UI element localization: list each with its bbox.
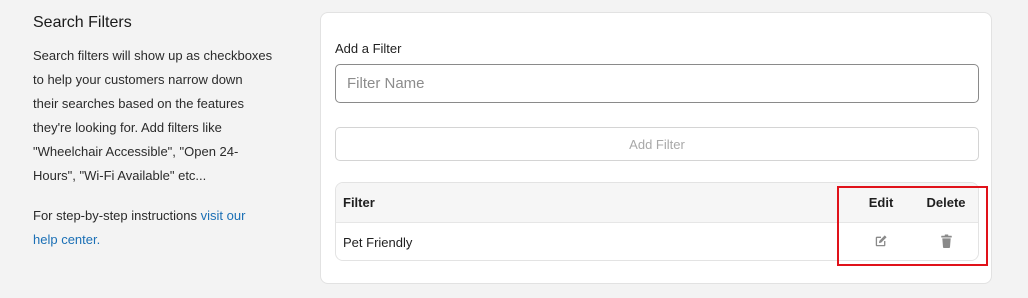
edit-icon[interactable] [874,234,888,248]
section-title: Search Filters [33,14,132,31]
add-filter-button[interactable]: Add Filter [335,127,979,161]
column-header-edit: Edit [868,195,894,210]
trash-icon[interactable] [940,233,953,248]
filter-name-input[interactable] [335,64,979,103]
edit-cell [851,234,911,251]
column-header-delete: Delete [926,195,966,210]
instructions-text: For step-by-step instructions visit our … [33,204,283,252]
filters-table: Filter Edit Delete Pet Friendly [335,182,979,261]
help-center-link[interactable]: visit our [201,208,246,223]
description-line: Hours", "Wi-Fi Available" etc... [33,168,207,183]
instructions-prefix: For step-by-step instructions [33,208,198,223]
search-filters-info: Search Filters Search filters will show … [33,12,283,252]
table-header: Filter Edit Delete [336,183,978,223]
section-description: Search filters will show up as checkboxe… [33,44,283,188]
delete-cell [916,233,976,251]
description-line: their searches based on the features [33,96,245,111]
description-line: they're looking for. Add filters like [33,120,222,135]
help-center-link-continued[interactable]: help center. [33,232,100,247]
filters-card: Add a Filter Add Filter Filter Edit Dele… [320,12,992,284]
table-row: Pet Friendly [336,223,978,260]
column-header-filter: Filter [343,195,375,210]
filter-name-cell: Pet Friendly [343,234,413,250]
add-filter-label: Add a Filter [335,41,402,56]
description-line: "Wheelchair Accessible", "Open 24- [33,144,239,159]
description-line: Search filters will show up as checkboxe… [33,48,273,63]
description-line: to help your customers narrow down [33,72,243,87]
